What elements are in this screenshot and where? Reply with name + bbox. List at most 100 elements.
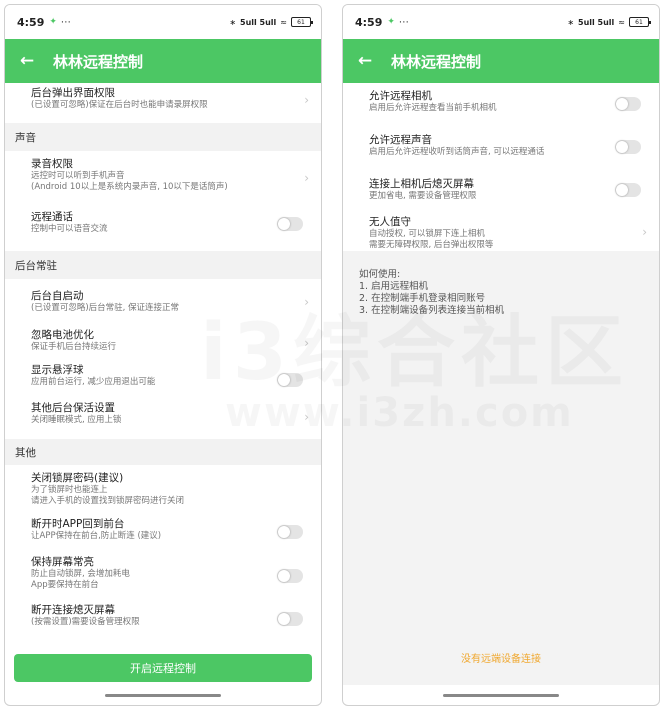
setting-background-popup-permission[interactable]: 后台弹出界面权限 (已设置可忽略)保证在后台时也能申请录屏权限 › xyxy=(5,83,321,117)
status-bar: 4:59 ✦ ⋯ ∗ 5ull 5ull ≈ 61 xyxy=(343,5,659,39)
more-notifications-icon: ⋯ xyxy=(398,16,410,28)
chevron-right-icon: › xyxy=(304,336,309,350)
setting-desc: 更加省电, 需要设备管理权限 xyxy=(369,191,477,201)
usage-step: 3. 在控制端设备列表连接当前相机 xyxy=(359,305,505,316)
desc-line: 需要无障碍权限, 后台弹出权限等 xyxy=(369,240,494,250)
signal-icon: 5ull 5ull xyxy=(578,17,615,27)
screen-off-toggle[interactable] xyxy=(277,612,303,626)
setting-screen-off-after-camera[interactable]: 连接上相机后熄灭屏幕 更加省电, 需要设备管理权限 xyxy=(343,169,659,211)
setting-desc: 应用前台运行, 减少应用退出可能 xyxy=(31,377,156,387)
page-title: 林林远程控制 xyxy=(53,52,144,71)
setting-screen-off-on-disconnect[interactable]: 断开连接熄灭屏幕 (按需设置)需要设备管理权限 xyxy=(5,601,321,637)
setting-title: 允许远程相机 xyxy=(369,90,432,102)
setting-title: 录音权限 xyxy=(31,158,73,170)
setting-desc: 远控时可以听到手机声音 (Android 10以上是系统内录声音, 10以下是话… xyxy=(31,171,281,193)
status-time: 4:59 xyxy=(17,15,45,29)
home-indicator[interactable] xyxy=(105,694,221,697)
setting-title: 允许远程声音 xyxy=(369,134,432,146)
setting-unattended[interactable]: 无人值守 自动授权, 可以锁屏下连上相机 需要无障碍权限, 后台弹出权限等 › xyxy=(343,211,659,253)
desc-line: 防止自动锁屏, 会增加耗电 xyxy=(31,569,130,579)
remote-call-toggle[interactable] xyxy=(277,217,303,231)
setting-ignore-battery-optimization[interactable]: 忽略电池优化 保证手机后台持续运行 › xyxy=(5,325,321,361)
setting-desc: (已设置可忽略)后台常驻, 保证连接正常 xyxy=(31,303,180,313)
setting-record-permission[interactable]: 录音权限 远控时可以听到手机声音 (Android 10以上是系统内录声音, 1… xyxy=(5,151,321,205)
more-notifications-icon: ⋯ xyxy=(60,16,72,28)
setting-desc: 关闭睡眠模式, 应用上锁 xyxy=(31,415,122,425)
floating-ball-toggle[interactable] xyxy=(277,373,303,387)
setting-title: 关闭锁屏密码(建议) xyxy=(31,472,124,484)
battery-icon: 61 xyxy=(629,17,651,27)
setting-allow-remote-sound[interactable]: 允许远程声音 启用后允许远程收听到话筒声音, 可以远程通话 xyxy=(343,125,659,169)
app-bar: ← 林林远程控制 xyxy=(5,39,321,83)
chevron-right-icon: › xyxy=(304,93,309,107)
remote-camera-toggle[interactable] xyxy=(615,97,641,111)
leaf-icon: ✦ xyxy=(49,17,57,27)
setting-desc: (已设置可忽略)保证在后台时也能申请录屏权限 xyxy=(31,100,208,110)
setting-title: 断开时APP回到前台 xyxy=(31,518,125,530)
chevron-right-icon: › xyxy=(304,171,309,185)
wifi-icon: ≈ xyxy=(618,17,625,27)
battery-icon: 61 xyxy=(291,17,313,27)
setting-autostart[interactable]: 后台自启动 (已设置可忽略)后台常驻, 保证连接正常 › xyxy=(5,279,321,325)
setting-title: 远程通话 xyxy=(31,211,73,223)
setting-title: 其他后台保活设置 xyxy=(31,402,115,414)
setting-title: 连接上相机后熄灭屏幕 xyxy=(369,178,474,190)
camera-settings-list[interactable]: 允许远程相机 启用后允许远程查看当前手机相机 允许远程声音 启用后允许远程收听到… xyxy=(343,83,659,705)
setting-title: 无人值守 xyxy=(369,216,411,228)
setting-desc: 为了锁屏时也能连上 请进入手机的设置找到锁屏密码进行关闭 xyxy=(31,485,281,507)
usage-step: 2. 在控制端手机登录相同账号 xyxy=(359,293,486,304)
right-phone-screen: 4:59 ✦ ⋯ ∗ 5ull 5ull ≈ 61 ← 林林远程控制 允许远程相… xyxy=(342,4,660,706)
setting-desc: 启用后允许远程查看当前手机相机 xyxy=(369,103,497,113)
setting-title: 忽略电池优化 xyxy=(31,329,94,341)
no-remote-device-message: 没有远端设备连接 xyxy=(461,654,541,665)
setting-desc: 启用后允许远程收听到话筒声音, 可以远程通话 xyxy=(369,147,545,157)
desc-line: 请进入手机的设置找到锁屏密码进行关闭 xyxy=(31,496,185,506)
setting-desc: 让APP保持在前台,防止断连 (建议) xyxy=(31,531,162,541)
arrow-left-icon[interactable]: ← xyxy=(343,51,387,71)
setting-title: 后台弹出界面权限 xyxy=(31,87,115,99)
keep-screen-on-toggle[interactable] xyxy=(277,569,303,583)
page-title: 林林远程控制 xyxy=(391,52,482,71)
setting-remote-call[interactable]: 远程通话 控制中可以语音交流 xyxy=(5,205,321,243)
wifi-icon: ≈ xyxy=(280,17,287,27)
chevron-right-icon: › xyxy=(304,295,309,309)
section-header-other: 其他 xyxy=(5,439,321,465)
leaf-icon: ✦ xyxy=(387,17,395,27)
chevron-right-icon: › xyxy=(642,225,647,239)
back-to-foreground-toggle[interactable] xyxy=(277,525,303,539)
desc-line: 为了锁屏时也能连上 xyxy=(31,485,108,495)
setting-title: 显示悬浮球 xyxy=(31,364,84,376)
setting-desc: (按需设置)需要设备管理权限 xyxy=(31,617,140,627)
setting-keep-screen-on[interactable]: 保持屏幕常亮 防止自动锁屏, 会增加耗电 App要保持在前台 xyxy=(5,551,321,601)
desc-line: 远控时可以听到手机声音 xyxy=(31,171,125,181)
section-header-background: 后台常驻 xyxy=(5,251,321,279)
section-header-sound: 声音 xyxy=(5,123,321,151)
arrow-left-icon[interactable]: ← xyxy=(5,51,49,71)
setting-desc: 控制中可以语音交流 xyxy=(31,224,108,234)
left-phone-screen: 4:59 ✦ ⋯ ∗ 5ull 5ull ≈ 61 ← 林林远程控制 后台弹出界… xyxy=(4,4,322,706)
setting-title: 断开连接熄灭屏幕 xyxy=(31,604,115,616)
start-remote-control-button[interactable]: 开启远程控制 xyxy=(14,654,312,682)
setting-desc: 防止自动锁屏, 会增加耗电 App要保持在前台 xyxy=(31,569,281,591)
desc-line: (Android 10以上是系统内录声音, 10以下是话筒声) xyxy=(31,182,228,192)
setting-desc: 保证手机后台持续运行 xyxy=(31,342,117,352)
setting-desc: 自动授权, 可以锁屏下连上相机 需要无障碍权限, 后台弹出权限等 xyxy=(369,229,619,251)
usage-instructions: 如何使用: 1. 启用远程相机 2. 在控制端手机登录相同账号 3. 在控制端设… xyxy=(343,251,659,685)
setting-floating-ball[interactable]: 显示悬浮球 应用前台运行, 减少应用退出可能 xyxy=(5,361,321,399)
usage-heading: 如何使用: xyxy=(359,269,401,280)
setting-allow-remote-camera[interactable]: 允许远程相机 启用后允许远程查看当前手机相机 xyxy=(343,83,659,125)
setting-other-keepalive[interactable]: 其他后台保活设置 关闭睡眠模式, 应用上锁 › xyxy=(5,399,321,435)
settings-list[interactable]: 后台弹出界面权限 (已设置可忽略)保证在后台时也能申请录屏权限 › 声音 录音权… xyxy=(5,83,321,705)
setting-back-to-foreground[interactable]: 断开时APP回到前台 让APP保持在前台,防止断连 (建议) xyxy=(5,513,321,551)
desc-line: 自动授权, 可以锁屏下连上相机 xyxy=(369,229,485,239)
chevron-right-icon: › xyxy=(304,410,309,424)
bluetooth-icon: ∗ xyxy=(229,17,237,27)
usage-step: 1. 启用远程相机 xyxy=(359,281,429,292)
bluetooth-icon: ∗ xyxy=(567,17,575,27)
setting-disable-lock-password[interactable]: 关闭锁屏密码(建议) 为了锁屏时也能连上 请进入手机的设置找到锁屏密码进行关闭 xyxy=(5,465,321,513)
remote-sound-toggle[interactable] xyxy=(615,140,641,154)
screen-off-camera-toggle[interactable] xyxy=(615,183,641,197)
setting-title: 后台自启动 xyxy=(31,290,84,302)
signal-icon: 5ull 5ull xyxy=(240,17,277,27)
home-indicator[interactable] xyxy=(443,694,559,697)
